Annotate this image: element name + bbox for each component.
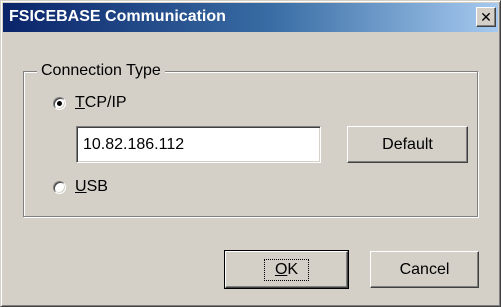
tcpip-label-accel: T bbox=[75, 94, 85, 111]
cancel-button[interactable]: Cancel bbox=[370, 251, 479, 288]
usb-label-rest: SB bbox=[86, 178, 108, 195]
ok-focus-rect: OK bbox=[263, 258, 310, 281]
tcpip-radio-indicator[interactable] bbox=[53, 96, 66, 110]
ok-button[interactable]: OK bbox=[225, 251, 348, 288]
close-icon: ✕ bbox=[480, 9, 492, 25]
ip-address-input[interactable] bbox=[76, 126, 321, 163]
usb-label-accel: U bbox=[75, 178, 87, 195]
default-button[interactable]: Default bbox=[347, 126, 468, 163]
radio-usb[interactable]: USB bbox=[53, 178, 108, 196]
title-bar[interactable]: FSICEBASE Communication ✕ bbox=[3, 3, 498, 32]
dialog-window: FSICEBASE Communication ✕ Connection Typ… bbox=[0, 0, 501, 307]
usb-radio-indicator[interactable] bbox=[53, 180, 66, 194]
ok-accel: O bbox=[274, 260, 288, 278]
connection-type-label: Connection Type bbox=[37, 62, 165, 80]
close-button[interactable]: ✕ bbox=[476, 7, 496, 27]
radio-tcpip[interactable]: TCP/IP bbox=[53, 94, 127, 112]
radio-selected-dot bbox=[57, 100, 62, 106]
tcpip-label[interactable]: TCP/IP bbox=[75, 94, 127, 112]
ok-rest: K bbox=[287, 260, 299, 278]
window-title: FSICEBASE Communication bbox=[9, 8, 226, 25]
usb-label[interactable]: USB bbox=[75, 178, 108, 196]
tcpip-label-rest: CP/IP bbox=[84, 94, 127, 111]
